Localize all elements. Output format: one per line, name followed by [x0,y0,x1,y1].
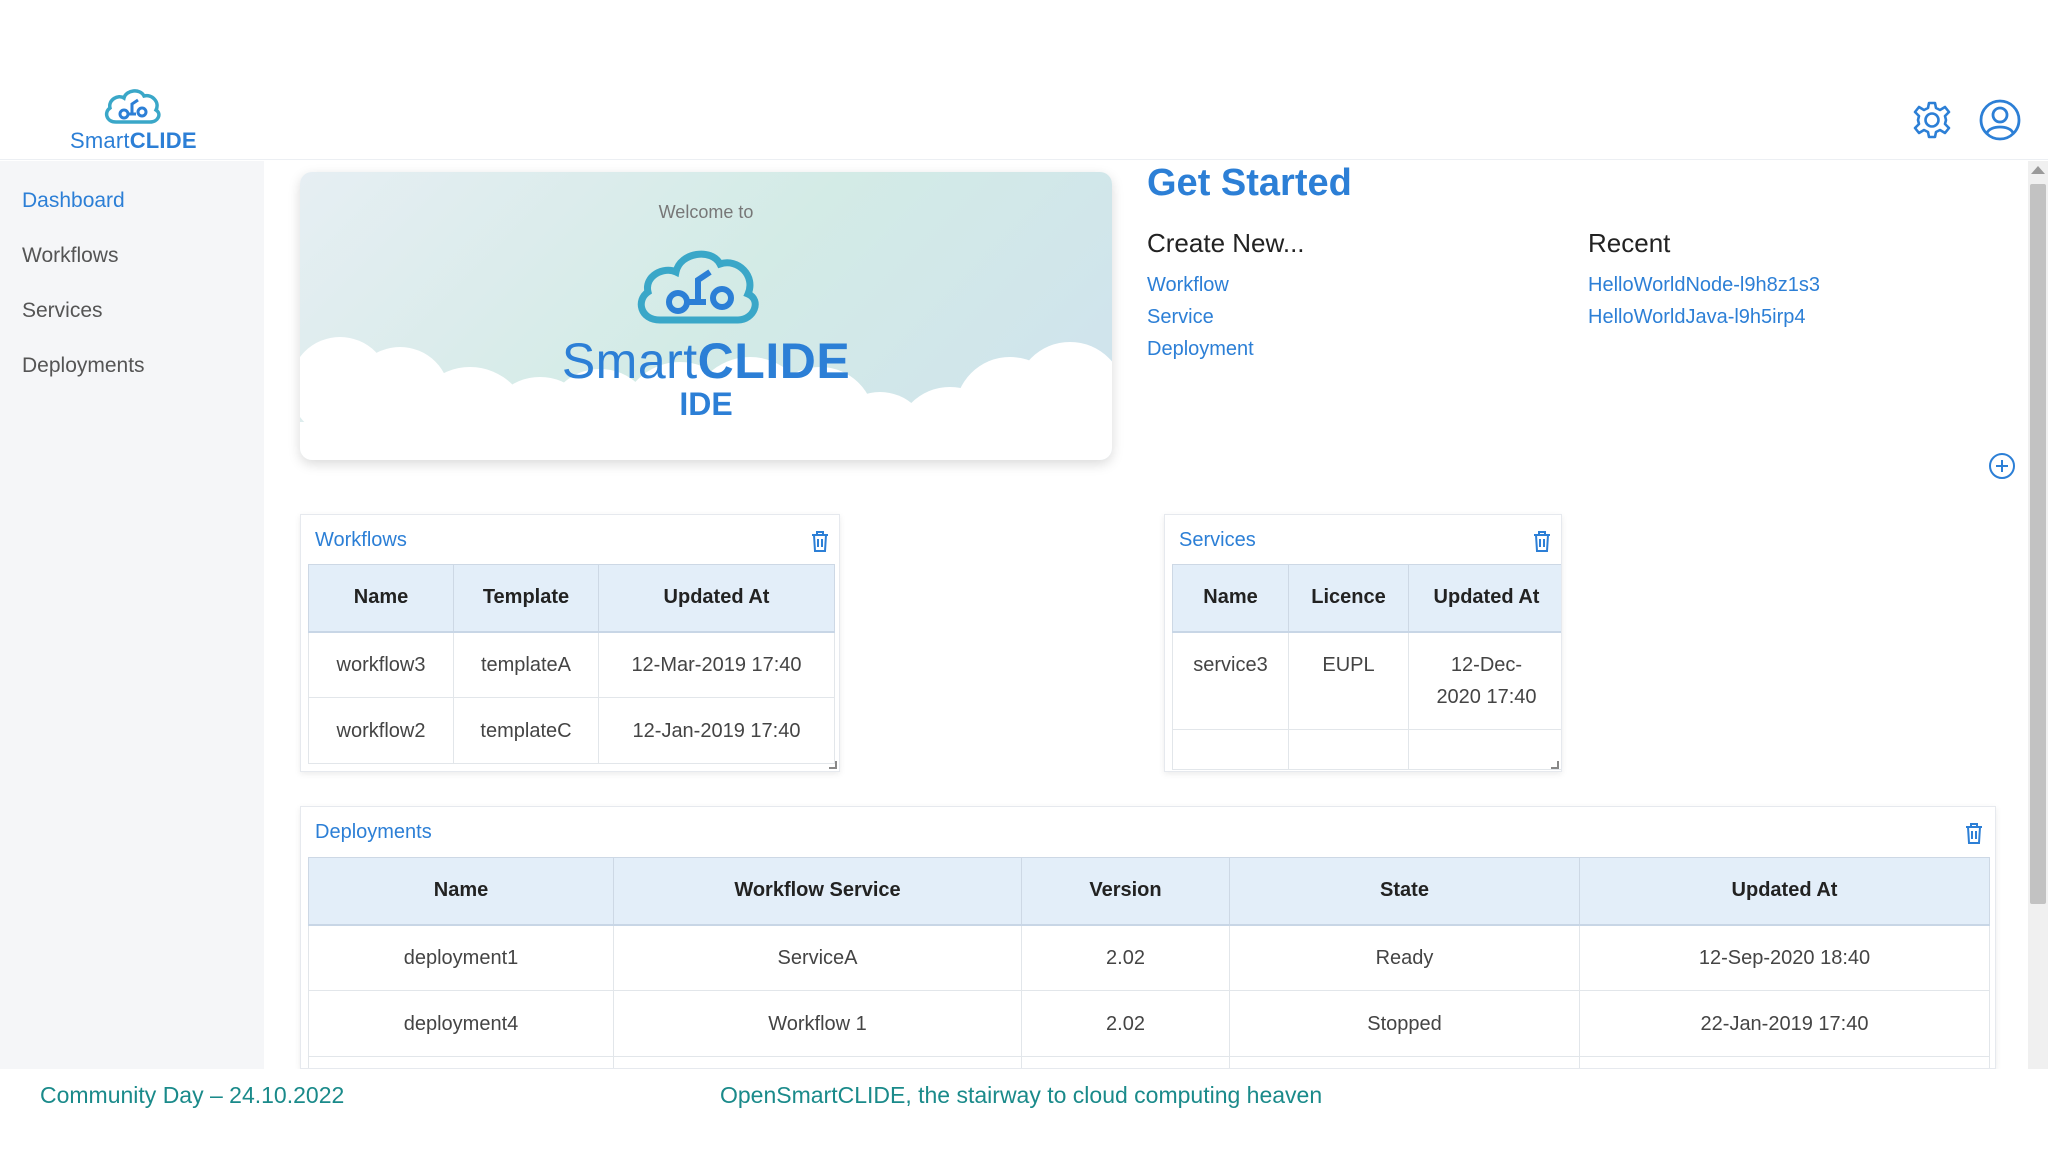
column-header[interactable]: Updated At [598,564,835,633]
table-row[interactable]: workflow2 templateC 12-Jan-2019 17:40 [308,697,835,764]
sidebar: Dashboard Workflows Services Deployments [0,161,264,1069]
deployments-table: Name Workflow Service Version State Upda… [308,857,1990,1068]
table-cell: 12-Sep-2020 18:40 [1579,924,1990,991]
table-cell: 12-Dec-2020 17:40 [1408,631,1561,730]
table-cell [1229,1056,1580,1068]
user-circle-icon[interactable] [1978,98,2022,142]
smartclide-logo[interactable]: SmartCLIDE [68,86,198,156]
trash-icon[interactable] [1963,821,1985,845]
column-header[interactable]: Version [1021,857,1230,926]
deployments-widget-title: Deployments [315,821,432,843]
banner-welcome-text: Welcome to [658,202,754,222]
table-cell: 22-Jan-2019 17:40 [1579,990,1990,1057]
table-cell: 2.02 [1021,990,1230,1057]
table-cell: deployment1 [308,924,614,991]
table-cell: 12-Mar-2019 17:40 [598,631,835,698]
workflows-widget-title: Workflows [315,529,407,551]
scrollbar-thumb[interactable] [2030,184,2046,904]
table-cell: 2.02 [1021,924,1230,991]
banner-subtitle: IDE [679,386,733,422]
column-header[interactable]: Updated At [1408,564,1561,633]
table-cell [1172,729,1289,770]
table-cell [1288,729,1409,770]
top-header: SmartCLIDE [0,0,2048,160]
table-cell: 12-Jan-2019 17:40 [598,697,835,764]
sidebar-item-dashboard[interactable]: Dashboard [22,189,125,213]
column-header[interactable]: Name [1172,564,1289,633]
table-cell [308,1056,614,1068]
column-header[interactable]: Template [453,564,599,633]
trash-icon[interactable] [1531,529,1553,553]
create-new-heading: Create New... [1147,228,1305,258]
get-started-title: Get Started [1147,162,1352,204]
table-cell: workflow3 [308,631,454,698]
sidebar-item-deployments[interactable]: Deployments [22,354,145,378]
cloud-circuit-icon [104,89,161,124]
column-header[interactable]: Name [308,564,454,633]
services-table: Name Licence Updated At service3 EUPL 12… [1172,564,1561,770]
table-row[interactable]: deployment4 Workflow 1 2.02 Stopped 22-J… [308,990,1990,1057]
banner-brand-text: SmartCLIDE [561,333,851,389]
resize-handle[interactable] [1551,761,1559,769]
table-cell: templateA [453,631,599,698]
workflows-table: Name Template Updated At workflow3 templ… [308,564,835,764]
recent-link[interactable]: HelloWorldJava-l9h5irp4 [1588,306,1806,329]
resize-handle[interactable] [829,761,837,769]
table-row[interactable] [1172,729,1561,770]
table-cell [1408,729,1561,770]
table-cell: Ready [1229,924,1580,991]
column-header[interactable]: Workflow Service [613,857,1022,926]
scroll-up-arrow[interactable] [2031,166,2045,174]
gear-icon[interactable] [1910,98,1954,142]
column-header[interactable]: Licence [1288,564,1409,633]
table-cell: workflow2 [308,697,454,764]
trash-icon[interactable] [809,529,831,553]
create-workflow-link[interactable]: Workflow [1147,274,1229,297]
add-widget-icon[interactable] [1988,452,2016,480]
table-cell: Workflow 1 [613,990,1022,1057]
welcome-banner: Welcome to SmartCLIDE IDE [300,172,1112,460]
sidebar-item-services[interactable]: Services [22,299,103,323]
banner-cloud-icon [637,250,759,324]
table-cell [613,1056,1022,1068]
table-row[interactable]: deployment1 ServiceA 2.02 Ready 12-Sep-2… [308,924,1990,991]
workflows-widget: Workflows Name Template Updated At workf… [300,514,840,772]
services-widget: Services Name Licence Updated At service… [1164,514,1562,772]
table-cell [1579,1056,1990,1068]
table-cell: EUPL [1288,631,1409,730]
table-row[interactable] [308,1056,1990,1068]
services-widget-title: Services [1179,529,1256,551]
table-cell: service3 [1172,631,1289,730]
table-cell [1021,1056,1230,1068]
table-row[interactable]: workflow3 templateA 12-Mar-2019 17:40 [308,631,835,698]
logo-text: SmartCLIDE [70,128,197,153]
create-service-link[interactable]: Service [1147,306,1214,329]
deployments-widget: Deployments Name Workflow Service Versio… [300,806,1996,1069]
recent-heading: Recent [1588,228,1671,258]
column-header[interactable]: Name [308,857,614,926]
sidebar-item-workflows[interactable]: Workflows [22,244,118,268]
column-header[interactable]: Updated At [1579,857,1990,926]
footer-tagline-text: OpenSmartCLIDE, the stairway to cloud co… [720,1082,1323,1108]
table-cell: Stopped [1229,990,1580,1057]
recent-link[interactable]: HelloWorldNode-l9h8z1s3 [1588,274,1820,297]
table-row[interactable]: service3 EUPL 12-Dec-2020 17:40 [1172,631,1561,730]
table-cell: templateC [453,697,599,764]
table-cell: deployment4 [308,990,614,1057]
footer-event-text: Community Day – 24.10.2022 [40,1082,345,1108]
create-deployment-link[interactable]: Deployment [1147,338,1254,361]
column-header[interactable]: State [1229,857,1580,926]
table-cell: ServiceA [613,924,1022,991]
